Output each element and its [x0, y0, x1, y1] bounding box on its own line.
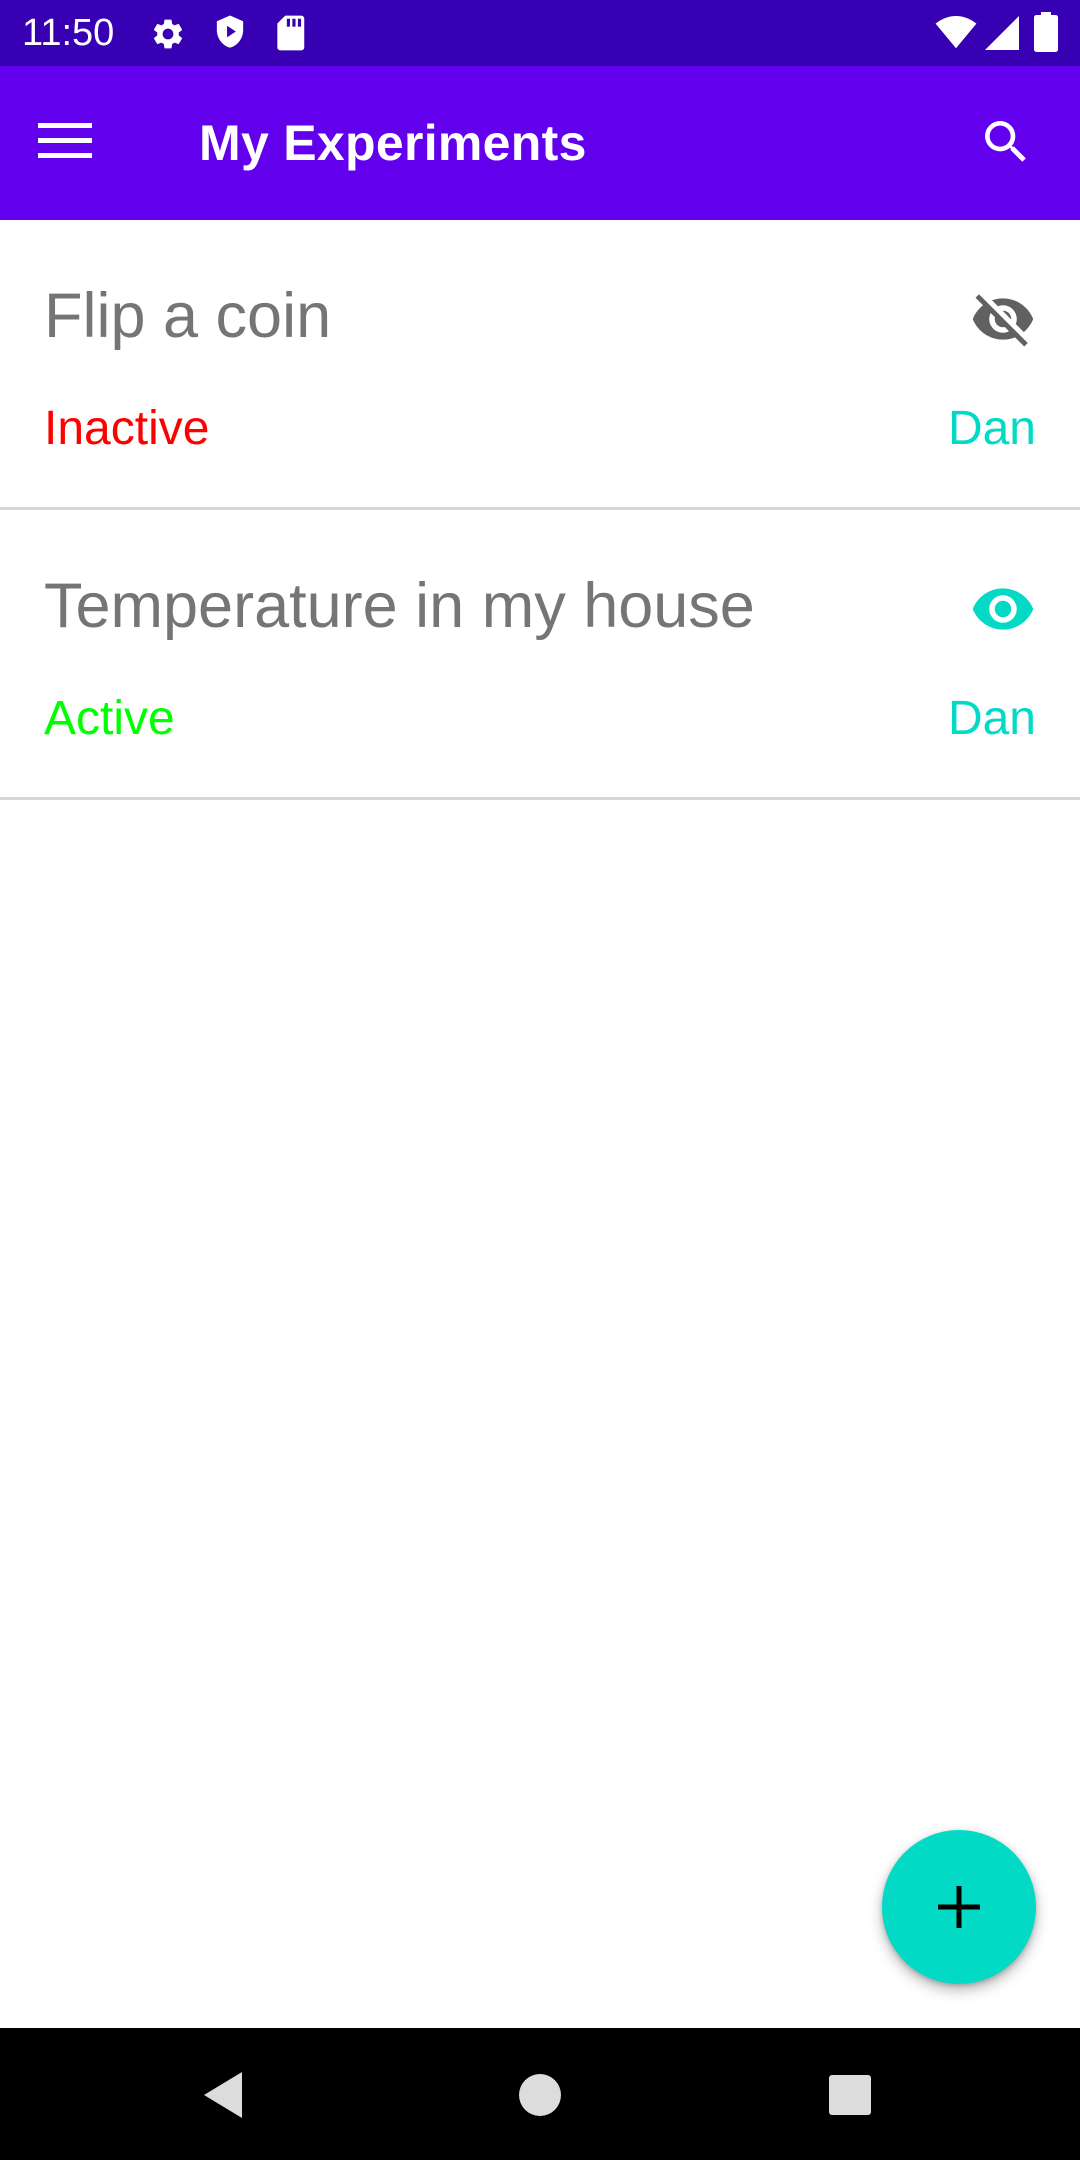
search-icon: [978, 121, 1034, 174]
gear-icon: [150, 16, 186, 57]
status-time: 11:50: [22, 12, 115, 54]
list-item[interactable]: Temperature in my house Active Dan: [0, 510, 1080, 800]
screen: 11:50 My Experiments Flip a coin Inactiv…: [0, 0, 1080, 2160]
back-icon[interactable]: [200, 2070, 248, 2125]
navigation-bar: [0, 2028, 1080, 2160]
battery-icon: [1034, 12, 1058, 57]
hamburger-menu-icon: [38, 121, 94, 166]
menu-button[interactable]: [38, 107, 118, 179]
experiment-owner: Dan: [947, 692, 1036, 745]
sd-card-icon: [274, 14, 306, 57]
eye-off-icon: [970, 294, 1036, 356]
wifi-icon: [935, 16, 977, 55]
home-icon[interactable]: [518, 2073, 562, 2122]
recents-icon[interactable]: [828, 2074, 872, 2121]
list-item[interactable]: Flip a coin Inactive Dan: [0, 220, 1080, 510]
visibility-toggle[interactable]: [970, 286, 1036, 352]
app-bar: My Experiments: [0, 66, 1080, 220]
status-badge: Active: [44, 692, 175, 745]
status-bar: 11:50: [0, 0, 1080, 66]
experiment-title: Temperature in my house: [44, 571, 755, 641]
status-badge: Inactive: [44, 402, 210, 455]
search-button[interactable]: [978, 114, 1038, 174]
experiment-owner: Dan: [947, 402, 1036, 455]
cell-signal-icon: [985, 16, 1019, 55]
page-title: My Experiments: [199, 115, 587, 171]
shield-play-icon: [212, 14, 248, 57]
add-experiment-button[interactable]: [882, 1830, 1036, 1984]
visibility-toggle[interactable]: [970, 576, 1036, 642]
experiment-title: Flip a coin: [44, 281, 332, 351]
eye-icon: [970, 588, 1036, 646]
